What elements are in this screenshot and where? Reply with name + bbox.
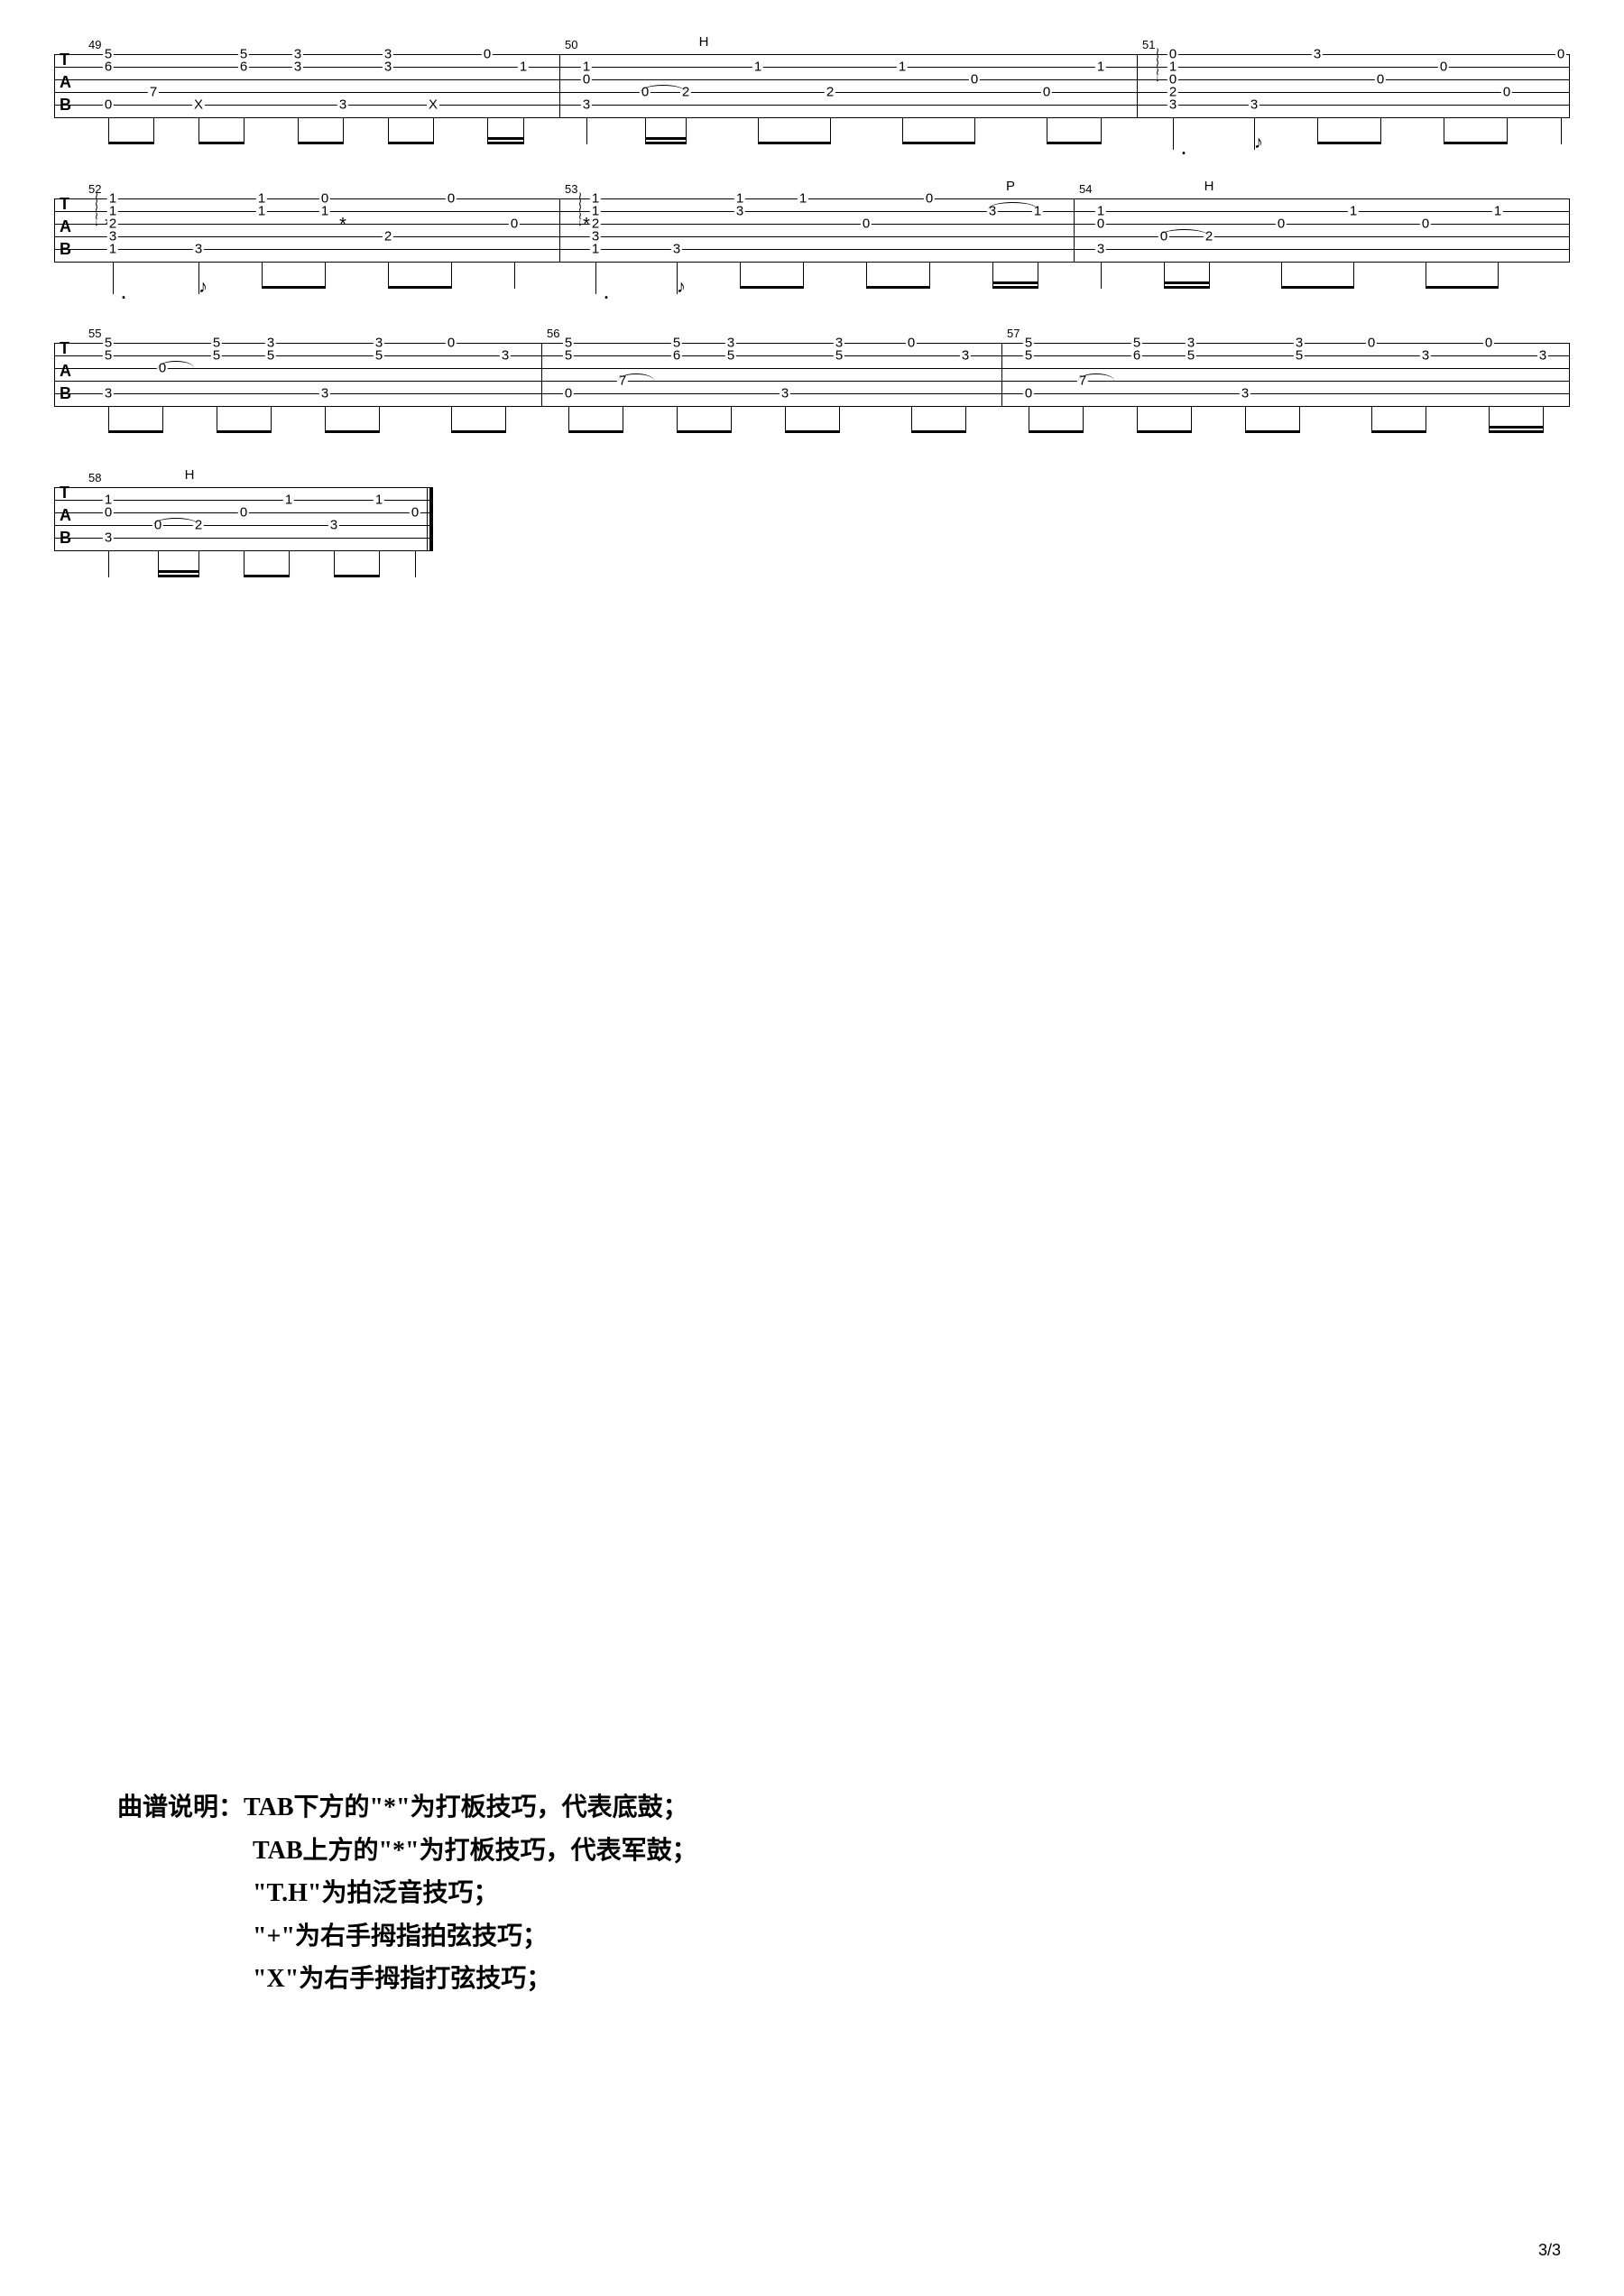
arpeggio-icon: ≀≀≀≀↓ bbox=[576, 193, 585, 226]
measure-55: 55 bbox=[88, 327, 101, 340]
measure-50: 50 bbox=[565, 38, 577, 51]
tab-staff: T A B 58 H 1 0 3 0 2 0 1 3 1 0 bbox=[54, 487, 433, 550]
tab-t: T bbox=[60, 484, 69, 501]
tab-a: A bbox=[60, 218, 71, 235]
measure-57: 57 bbox=[1007, 327, 1020, 340]
tab-b: B bbox=[60, 385, 71, 401]
tab-b: B bbox=[60, 530, 71, 546]
measure-58: 58 bbox=[88, 471, 101, 484]
notes-line-1: 曲谱说明：TAB下方的"*"为打板技巧，代表底鼓； bbox=[117, 1786, 697, 1830]
arpeggio-icon: ≀≀≀≀↓ bbox=[92, 193, 101, 226]
tab-sheet: T A B 49 5 6 0 7 X 5 6 3 3 3 3 3 X 0 1 5… bbox=[0, 0, 1624, 550]
technique-h: H bbox=[1204, 179, 1214, 194]
staff-row-2: T A B 52 ≀≀≀≀↓ 1 1 2 3 1 3 1 1 0 1 2 0 0… bbox=[54, 198, 1570, 262]
technique-h: H bbox=[699, 34, 709, 50]
tab-staff: T A B 49 5 6 0 7 X 5 6 3 3 3 3 3 X 0 1 5… bbox=[54, 54, 1570, 117]
measure-49: 49 bbox=[88, 38, 101, 51]
notes-text: TAB下方的"*"为打板技巧，代表底鼓； bbox=[244, 1793, 688, 1821]
staff-row-4: T A B 58 H 1 0 3 0 2 0 1 3 1 0 bbox=[54, 487, 433, 550]
stems: * * * . ♪ bbox=[54, 117, 1570, 162]
tab-t: T bbox=[60, 196, 69, 212]
tab-b: B bbox=[60, 241, 71, 257]
measure-56: 56 bbox=[547, 327, 559, 340]
notes-line-4: "+"为右手拇指拍弦技巧； bbox=[253, 1915, 697, 1959]
tab-t: T bbox=[60, 51, 69, 68]
arpeggio-icon: ≀≀≀≀↓ bbox=[1153, 49, 1162, 81]
notes-line-2: TAB上方的"*"为打板技巧，代表军鼓； bbox=[253, 1830, 697, 1873]
tab-b: B bbox=[60, 97, 71, 113]
technique-h: H bbox=[185, 467, 195, 483]
technique-p: P bbox=[1006, 179, 1015, 194]
tab-staff: T A B 52 ≀≀≀≀↓ 1 1 2 3 1 3 1 1 0 1 2 0 0… bbox=[54, 198, 1570, 262]
score-notes: 曲谱说明：TAB下方的"*"为打板技巧，代表底鼓； TAB上方的"*"为打板技巧… bbox=[117, 1786, 697, 2001]
tab-a: A bbox=[60, 363, 71, 379]
tab-t: T bbox=[60, 340, 69, 356]
page-number: 3/3 bbox=[1538, 2241, 1561, 2260]
staff-row-1: T A B 49 5 6 0 7 X 5 6 3 3 3 3 3 X 0 1 5… bbox=[54, 54, 1570, 117]
notes-heading: 曲谱说明： bbox=[117, 1793, 244, 1821]
stems bbox=[54, 406, 1570, 451]
notes-line-5: "X"为右手拇指打弦技巧； bbox=[253, 1958, 697, 2001]
notes-line-3: "T.H"为拍泛音技巧； bbox=[253, 1872, 697, 1915]
tab-a: A bbox=[60, 507, 71, 523]
measure-54: 54 bbox=[1079, 182, 1092, 196]
staff-row-3: T A B 55 5 5 3 0 5 5 3 5 3 3 5 0 3 56 5 … bbox=[54, 343, 1570, 406]
stems: . ♪ . ♪ bbox=[54, 262, 1570, 307]
tab-a: A bbox=[60, 74, 71, 90]
tab-staff: T A B 55 5 5 3 0 5 5 3 5 3 3 5 0 3 56 5 … bbox=[54, 343, 1570, 406]
stems bbox=[54, 550, 433, 595]
